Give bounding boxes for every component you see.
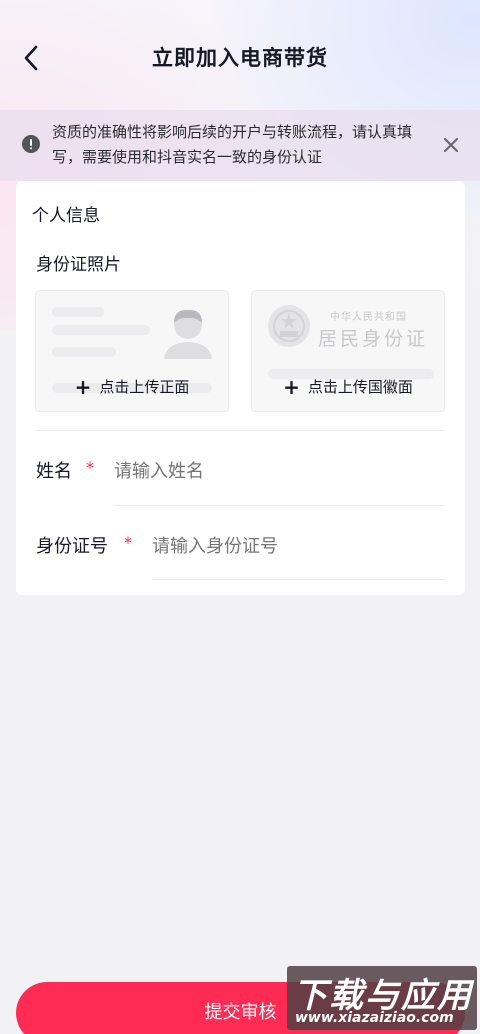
id-number-underline [152,579,444,580]
divider [36,430,444,431]
name-input[interactable] [114,456,434,486]
close-icon [443,137,459,153]
required-mark: * [124,533,132,552]
page-title: 立即加入电商带货 [152,46,328,70]
watermark-logo: 下载与应用 www.xiazaiziao.com [287,966,477,1030]
notice-close-button[interactable] [438,132,464,158]
id-back-sample-big: 居民身份证 [318,328,429,350]
name-underline [114,505,444,506]
upload-front-text: 点击上传正面 [99,378,190,396]
plus-icon: + [74,374,92,399]
watermark-url: www.xiazaiziao.com [295,1010,454,1026]
submit-label: 提交审核 [204,1002,277,1023]
upload-back-label: + 点击上传国徽面 [252,376,444,397]
required-mark: * [86,458,94,477]
notice-text: 资质的准确性将影响后续的开户与转账流程，请认真填写，需要使用和抖音实名一致的身份… [52,123,413,166]
placeholder-line [52,325,150,335]
id-number-label: 身份证号 [36,536,108,557]
placeholder-line [52,307,104,317]
upload-front-label: + 点击上传正面 [36,376,228,397]
top-bar: 立即加入电商带货 [0,0,480,110]
id-number-input[interactable] [152,531,442,561]
id-photo-title: 身份证照片 [36,255,121,275]
person-avatar-icon [164,309,212,359]
plus-icon: + [283,374,300,399]
placeholder-line [52,347,116,357]
upload-back-text: 点击上传国徽面 [307,378,413,396]
national-emblem-icon [268,305,310,347]
section-title: 个人信息 [32,206,100,226]
upload-id-back[interactable]: 中华人民共和国 居民身份证 + 点击上传国徽面 [251,290,445,412]
id-back-sample-small: 中华人民共和国 [330,312,407,323]
name-label: 姓名 [36,461,72,482]
exclamation-icon [22,135,40,153]
upload-id-front[interactable]: + 点击上传正面 [35,290,229,412]
